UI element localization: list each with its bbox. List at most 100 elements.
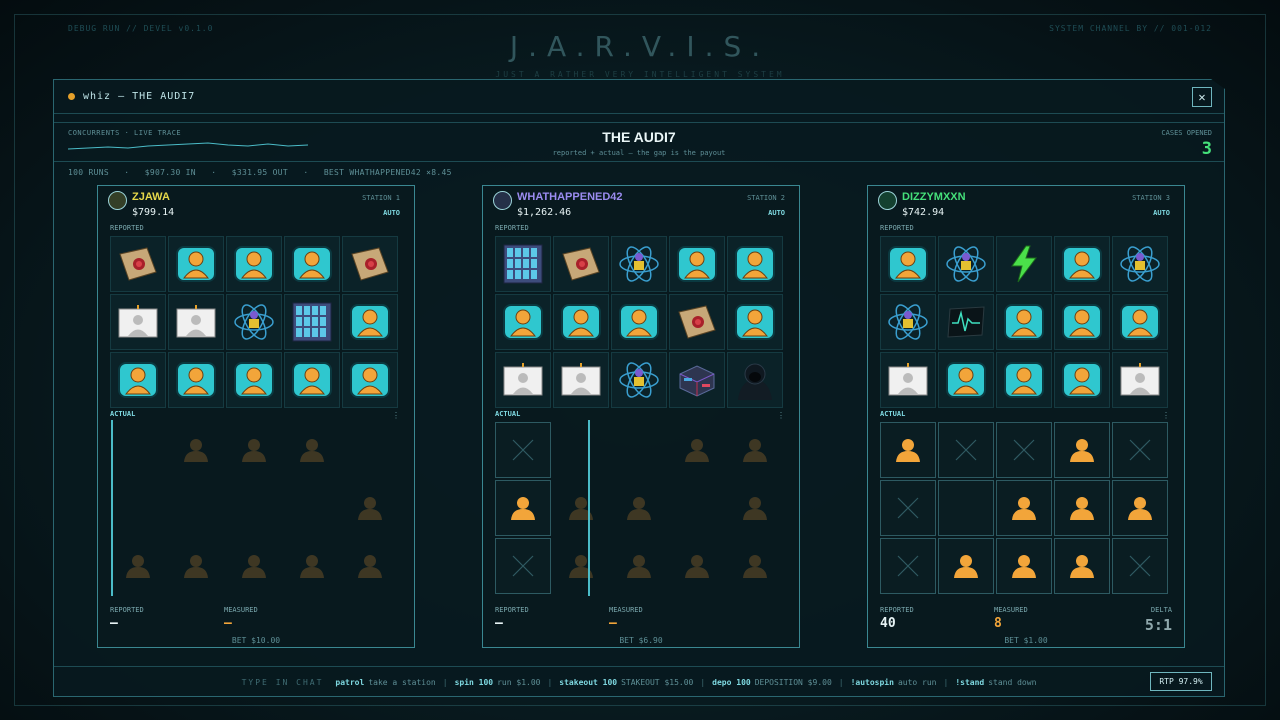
actual-grid <box>110 422 402 594</box>
person-bust-icon <box>1062 304 1102 340</box>
person-bust-icon <box>350 362 390 398</box>
reported-cell <box>168 236 224 292</box>
sealed-dossier-icon <box>117 246 159 282</box>
actual-section-label: ACTUAL <box>110 410 136 418</box>
backdrop-title: J.A.R.V.I.S. <box>509 30 771 63</box>
station-2: WHATHAPPENED42 $1,262.46 STATION 2 AUTO REPO… <box>482 185 800 648</box>
measured-value: — <box>609 616 617 631</box>
reported-cell <box>553 294 609 350</box>
measured-label: MEASURED <box>609 606 643 614</box>
reported-cell <box>1112 352 1168 408</box>
measured-value: 8 <box>994 616 1002 631</box>
id-card-icon <box>887 363 929 397</box>
chat-command[interactable]: patrol <box>335 678 364 687</box>
faded-person-icon <box>357 554 383 578</box>
reported-cell <box>495 236 551 292</box>
person-bust-icon <box>176 362 216 398</box>
game-window: whiz — THE AUDI7 ✕ CONCURRENTS · LIVE TR… <box>53 79 1225 697</box>
actual-cell <box>553 538 609 594</box>
actual-cell <box>226 422 282 478</box>
scan-line <box>111 420 113 596</box>
mode-toggle[interactable]: AUTO <box>383 209 400 217</box>
mode-toggle[interactable]: AUTO <box>1153 209 1170 217</box>
chat-command[interactable]: stakeout 100 <box>559 678 617 687</box>
cross-icon <box>512 555 534 577</box>
data-cubes-icon <box>676 362 718 398</box>
faded-person-icon <box>684 554 710 578</box>
reported-cell <box>495 294 551 350</box>
actual-cell <box>1112 538 1168 594</box>
person-bust-icon <box>561 304 601 340</box>
reported-cell <box>1054 236 1110 292</box>
cases-opened-label: CASES OPENED <box>1161 129 1212 137</box>
chat-command-description: DEPOSITION $9.00 <box>754 678 832 687</box>
faded-person-icon <box>183 554 209 578</box>
actual-cell <box>168 480 224 536</box>
player-balance: $1,262.46 <box>517 207 572 218</box>
person-bust-icon <box>946 362 986 398</box>
delta-value: 5:1 <box>1144 616 1172 634</box>
atom-lock-icon <box>1119 244 1161 284</box>
person-bust-icon <box>176 246 216 282</box>
actual-cell <box>996 538 1052 594</box>
actual-cell <box>669 480 725 536</box>
atom-lock-icon <box>887 302 929 342</box>
person-icon <box>1127 496 1153 520</box>
chat-command[interactable]: spin 100 <box>455 678 494 687</box>
actual-cell <box>1112 480 1168 536</box>
reported-cell <box>727 294 783 350</box>
person-bust-icon <box>735 304 775 340</box>
id-card-icon <box>502 363 544 397</box>
actual-cell <box>727 538 783 594</box>
actual-cell <box>1054 480 1110 536</box>
person-bust-icon <box>292 362 332 398</box>
measured-value: — <box>224 616 232 631</box>
expand-icon[interactable]: ⋮ <box>777 411 785 420</box>
actual-cell <box>168 422 224 478</box>
actual-cell <box>110 480 166 536</box>
player-name: ZJAWA <box>132 191 170 203</box>
atom-lock-icon <box>618 360 660 400</box>
id-card-icon <box>560 363 602 397</box>
reported-cell <box>669 294 725 350</box>
chat-command[interactable]: !stand <box>955 678 984 687</box>
command-separator: | <box>442 678 448 687</box>
player-balance: $742.94 <box>902 207 945 218</box>
cross-icon <box>1013 439 1035 461</box>
expand-icon[interactable]: ⋮ <box>1162 411 1170 420</box>
bet-amount: BET $6.90 <box>619 636 663 645</box>
faded-person-icon <box>241 554 267 578</box>
actual-cell <box>284 480 340 536</box>
chat-command[interactable]: depo 100 <box>712 678 751 687</box>
chat-command[interactable]: !autospin <box>851 678 894 687</box>
reported-cell <box>880 236 936 292</box>
reported-section-label: REPORTED <box>110 224 144 232</box>
id-card-icon <box>175 305 217 339</box>
person-bust-icon <box>350 304 390 340</box>
id-card-icon <box>1119 363 1161 397</box>
reported-grid <box>110 236 402 408</box>
game-subtitle: reported + actual — the gap is the payou… <box>552 149 726 157</box>
station-1: ZJAWA $799.14 STATION 1 AUTO REPORTED ACTUAL ⋮… <box>97 185 415 648</box>
mode-toggle[interactable]: AUTO <box>768 209 785 217</box>
close-button[interactable]: ✕ <box>1192 87 1212 107</box>
window-titlebar: whiz — THE AUDI7 ✕ <box>54 80 1224 114</box>
window-title: whiz — THE AUDI7 <box>83 91 196 102</box>
reported-cell <box>342 236 398 292</box>
delta-label: DELTA <box>1150 606 1172 614</box>
rtp-badge: RTP 97.9% <box>1150 672 1212 691</box>
reported-total-label: REPORTED <box>880 606 914 614</box>
faded-person-icon <box>742 438 768 462</box>
expand-icon[interactable]: ⋮ <box>392 411 400 420</box>
hooded-hacker-icon <box>734 360 776 400</box>
station-label: STATION 1 <box>362 194 400 202</box>
chat-command-description: run $1.00 <box>497 678 541 687</box>
reported-cell <box>1112 294 1168 350</box>
actual-cell <box>880 422 936 478</box>
reported-cell <box>284 352 340 408</box>
person-icon <box>1069 496 1095 520</box>
reported-total-value: — <box>495 616 503 631</box>
reported-cell <box>669 236 725 292</box>
actual-cell <box>996 480 1052 536</box>
reported-cell <box>880 352 936 408</box>
